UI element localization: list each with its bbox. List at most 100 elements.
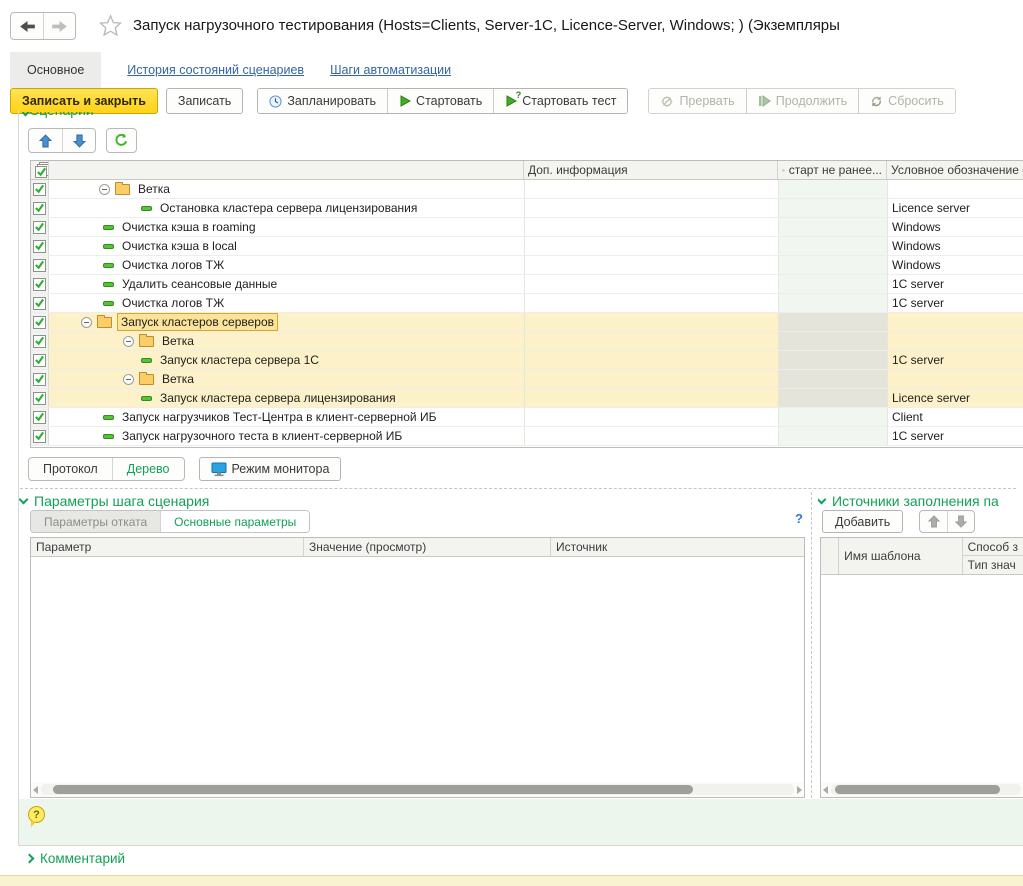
extra-info-cell[interactable]: [524, 389, 778, 407]
protocol-view-button[interactable]: Протокол: [29, 458, 112, 480]
designation-cell[interactable]: 1C server: [887, 351, 1023, 369]
designation-column-header[interactable]: Условное обозначение ед: [887, 161, 1023, 179]
start-not-earlier-cell[interactable]: [778, 180, 887, 198]
back-button[interactable]: [11, 13, 43, 39]
start-not-earlier-cell[interactable]: [778, 294, 887, 312]
designation-cell[interactable]: Windows: [887, 237, 1023, 255]
checkbox-checked-icon[interactable]: [33, 202, 46, 215]
move-down-button-disabled[interactable]: [947, 511, 974, 532]
table-row[interactable]: Запуск нагрузочного теста в клиент-серве…: [31, 427, 1023, 446]
source-column-header[interactable]: Источник: [551, 538, 804, 556]
value-type-column-header[interactable]: Тип знач: [963, 556, 1023, 574]
designation-cell[interactable]: Client: [887, 408, 1023, 426]
step-params-header[interactable]: Параметры шага сценария: [20, 492, 209, 509]
checkbox-checked-icon[interactable]: [33, 259, 46, 272]
tab-automation-link[interactable]: Шаги автоматизации: [330, 52, 451, 88]
add-button[interactable]: Добавить: [822, 510, 903, 533]
extra-info-cell[interactable]: [524, 408, 778, 426]
tab-main[interactable]: Основное: [10, 52, 101, 88]
start-test-button[interactable]: ? Стартовать тест: [493, 89, 627, 113]
table-row[interactable]: Ветка: [31, 332, 1023, 351]
save-button[interactable]: Записать: [166, 88, 243, 114]
tab-history-link[interactable]: История состояний сценариев: [127, 52, 304, 88]
reset-button[interactable]: Сбросить: [858, 89, 955, 113]
table-row[interactable]: Ветка: [31, 180, 1023, 199]
table-row[interactable]: Очистка логов ТЖ 1C server: [31, 294, 1023, 313]
designation-cell[interactable]: Licence server: [887, 199, 1023, 217]
tree-cell[interactable]: Ветка: [49, 370, 524, 388]
table-row[interactable]: Очистка кэша в local Windows: [31, 237, 1023, 256]
fill-sources-header[interactable]: Источники заполнения па: [818, 492, 1023, 509]
tree-cell[interactable]: Запуск кластера сервера 1С: [49, 351, 524, 369]
checkbox-checked-icon[interactable]: [33, 297, 46, 310]
tree-cell[interactable]: Запуск кластера сервера лицензирования: [49, 389, 524, 407]
collapse-icon[interactable]: [123, 374, 134, 385]
start-not-earlier-cell[interactable]: [778, 370, 887, 388]
extra-info-cell[interactable]: [524, 237, 778, 255]
favorite-star-icon[interactable]: [99, 14, 122, 39]
checkbox-checked-icon[interactable]: [33, 335, 46, 348]
collapse-icon[interactable]: [99, 184, 110, 195]
tree-cell[interactable]: Очистка логов ТЖ: [49, 256, 524, 274]
scroll-track[interactable]: [41, 784, 794, 795]
table-row[interactable]: Остановка кластера сервера лицензировани…: [31, 199, 1023, 218]
table-row[interactable]: Удалить сеансовые данные1C server: [31, 275, 1023, 294]
horizontal-scrollbar-thumb[interactable]: [53, 785, 693, 794]
scroll-left-arrow[interactable]: [823, 786, 828, 794]
checkbox-checked-icon[interactable]: [33, 221, 46, 234]
table-row[interactable]: Запуск кластера сервера лицензированияLi…: [31, 389, 1023, 408]
collapse-icon[interactable]: [81, 317, 92, 328]
table-row[interactable]: Очистка логов ТЖ Windows: [31, 256, 1023, 275]
extra-info-cell[interactable]: [524, 199, 778, 217]
tree-cell[interactable]: Запуск нагрузочного теста в клиент-серве…: [49, 427, 524, 445]
start-not-earlier-cell[interactable]: [778, 389, 887, 407]
template-name-column-header[interactable]: Имя шаблона: [839, 538, 963, 574]
refresh-button[interactable]: [106, 128, 137, 153]
designation-cell[interactable]: [887, 332, 1023, 350]
designation-cell[interactable]: 1C server: [887, 294, 1023, 312]
scroll-right-arrow[interactable]: [797, 786, 802, 794]
designation-cell[interactable]: 1C server: [887, 427, 1023, 445]
table-row[interactable]: Ветка: [31, 370, 1023, 389]
checkbox-checked-icon[interactable]: [33, 430, 46, 443]
tree-view-button[interactable]: Дерево: [112, 458, 184, 480]
checkbox-checked-icon[interactable]: [33, 411, 46, 424]
horizontal-scrollbar-thumb[interactable]: [835, 785, 1000, 794]
extra-info-cell[interactable]: [524, 332, 778, 350]
extra-info-cell[interactable]: [524, 294, 778, 312]
tree-cell[interactable]: Ветка: [49, 332, 524, 350]
start-not-earlier-cell[interactable]: [778, 351, 887, 369]
designation-cell[interactable]: Windows: [887, 256, 1023, 274]
comment-section-header[interactable]: Комментарий: [26, 851, 125, 866]
extra-info-cell[interactable]: [524, 180, 778, 198]
table-row[interactable]: Запуск кластеров серверов: [31, 313, 1023, 332]
schedule-button[interactable]: Запланировать: [258, 89, 387, 113]
start-not-earlier-cell[interactable]: [778, 256, 887, 274]
extra-info-cell[interactable]: [524, 313, 778, 331]
monitor-mode-button[interactable]: Режим монитора: [199, 457, 342, 481]
tab-main-params[interactable]: Основные параметры: [160, 511, 309, 532]
designation-cell[interactable]: [887, 313, 1023, 331]
checkbox-checked-icon[interactable]: [33, 316, 46, 329]
checkbox-checked-icon[interactable]: [33, 183, 46, 196]
tree-cell[interactable]: Очистка логов ТЖ: [49, 294, 524, 312]
start-column-header[interactable]: старт не ранее...: [778, 161, 887, 179]
extra-info-cell[interactable]: [524, 427, 778, 445]
help-link[interactable]: ?: [795, 511, 803, 526]
start-not-earlier-cell[interactable]: [778, 218, 887, 236]
designation-cell[interactable]: [887, 370, 1023, 388]
checkbox-checked-icon[interactable]: [33, 373, 46, 386]
help-bubble-icon[interactable]: ?: [28, 806, 45, 823]
checkbox-checked-icon[interactable]: [33, 278, 46, 291]
start-not-earlier-cell[interactable]: [778, 313, 887, 331]
tree-cell[interactable]: Очистка кэша в roaming: [49, 218, 524, 236]
checkbox-checked-icon[interactable]: [33, 240, 46, 253]
forward-button[interactable]: [43, 13, 75, 39]
checkbox-checked-icon[interactable]: [33, 392, 46, 405]
extra-info-cell[interactable]: [524, 370, 778, 388]
designation-cell[interactable]: Windows: [887, 218, 1023, 236]
tree-cell[interactable]: Очистка кэша в local: [49, 237, 524, 255]
extra-info-column-header[interactable]: Доп. информация: [524, 161, 778, 179]
value-column-header[interactable]: Значение (просмотр): [304, 538, 551, 556]
extra-info-cell[interactable]: [524, 256, 778, 274]
